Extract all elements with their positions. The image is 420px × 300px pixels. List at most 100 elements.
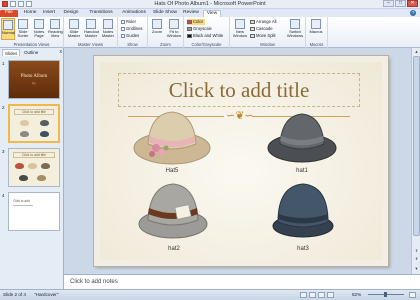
mini-hat bbox=[41, 163, 50, 169]
group-zoom: Zoom Fit to Window Zoom bbox=[148, 17, 184, 48]
hat1-photo[interactable] bbox=[266, 108, 338, 168]
group-master-views: Slide Master Handout Master Notes Master… bbox=[64, 17, 118, 48]
mini-hat bbox=[20, 131, 29, 137]
color-icon bbox=[187, 19, 192, 24]
fit-to-window-button[interactable]: Fit to Window bbox=[166, 18, 182, 40]
new-window-icon bbox=[235, 19, 245, 29]
reading-view-button[interactable]: Reading View bbox=[48, 18, 63, 40]
mini-hat bbox=[40, 131, 49, 137]
group-window: New Window Arrange All Cascade Move Spli… bbox=[230, 17, 306, 48]
tab-insert[interactable]: Insert bbox=[40, 10, 58, 17]
color-button[interactable]: Color bbox=[187, 19, 206, 25]
tab-outline[interactable]: Outline bbox=[22, 49, 40, 56]
scroll-thumb[interactable] bbox=[413, 56, 420, 236]
thumb-title: Click to add bbox=[13, 199, 30, 203]
group-color-grayscale: Color Grayscale Black and White Color/Gr… bbox=[184, 17, 230, 48]
hat5-caption: Hat5 bbox=[165, 168, 179, 174]
group-presentation-views: Normal Slide Sorter Notes Page Reading V… bbox=[0, 17, 64, 48]
fit-slide-icon[interactable] bbox=[409, 292, 416, 298]
guides-checkbox[interactable]: Guides bbox=[121, 33, 139, 39]
black-and-white-button[interactable]: Black and White bbox=[187, 33, 223, 39]
thumbnail: Click to add bbox=[8, 192, 60, 231]
tab-file[interactable]: File bbox=[0, 10, 18, 17]
maximize-button[interactable]: □ bbox=[395, 0, 406, 7]
ribbon: Normal Slide Sorter Notes Page Reading V… bbox=[0, 17, 420, 48]
thumbnail: Photo Album by bbox=[8, 60, 60, 99]
previous-slide-icon[interactable]: ⇞ bbox=[413, 248, 420, 254]
new-window-button[interactable]: New Window bbox=[232, 18, 248, 40]
notes-master-icon bbox=[103, 19, 113, 29]
reading-view-status-icon[interactable] bbox=[318, 292, 325, 298]
tab-design[interactable]: Design bbox=[60, 10, 82, 17]
notes-pane[interactable]: Click to add notes bbox=[64, 274, 420, 289]
mini-hat bbox=[19, 175, 28, 181]
slide-thumbnail-3[interactable]: 3 Click to add title bbox=[0, 148, 64, 188]
move-split-button[interactable]: Move Split bbox=[250, 33, 276, 39]
slide-sorter-status-icon[interactable] bbox=[309, 292, 316, 298]
help-icon[interactable]: ? bbox=[410, 10, 416, 16]
title-bar: Hats Of Photo Album1 - Microsoft PowerPo… bbox=[0, 0, 420, 9]
ornament-icon: ∽❦∽ bbox=[226, 109, 254, 122]
zoom-slider-knob[interactable] bbox=[384, 292, 387, 297]
title-placeholder[interactable]: Click to add title bbox=[118, 73, 360, 107]
slide-show-status-icon[interactable] bbox=[327, 292, 334, 298]
hat2-caption: hat2 bbox=[168, 246, 180, 252]
ruler-checkbox[interactable]: Ruler bbox=[121, 19, 136, 25]
thumbnail: Click to add title bbox=[8, 104, 60, 143]
tab-view[interactable]: View bbox=[203, 10, 221, 17]
vertical-scrollbar[interactable]: ▲ ⇞ ⇟ ▼ bbox=[411, 48, 420, 274]
next-slide-icon[interactable]: ⇟ bbox=[413, 256, 420, 262]
tab-home[interactable]: Home bbox=[22, 10, 38, 17]
fit-to-window-icon bbox=[169, 19, 179, 29]
slide-thumbnail-4[interactable]: 4 Click to add bbox=[0, 192, 64, 232]
hat2-photo[interactable] bbox=[136, 178, 210, 246]
group-show: Ruler Gridlines Guides Show bbox=[118, 17, 148, 48]
switch-windows-button[interactable]: Switch Windows bbox=[286, 18, 304, 40]
thumbnail: Click to add title bbox=[8, 148, 60, 187]
close-panel-icon[interactable]: x bbox=[60, 49, 63, 55]
reading-view-icon bbox=[50, 19, 60, 29]
hat5-photo[interactable] bbox=[132, 104, 212, 170]
arrange-all-button[interactable]: Arrange All bbox=[250, 19, 276, 25]
scroll-up-icon[interactable]: ▲ bbox=[413, 49, 420, 55]
slide-counter: Slide 2 of 4 bbox=[3, 292, 26, 297]
tab-animations[interactable]: Animations bbox=[119, 10, 149, 17]
gridlines-checkbox[interactable]: Gridlines bbox=[121, 26, 143, 32]
grayscale-button[interactable]: Grayscale bbox=[187, 26, 212, 32]
tab-transitions[interactable]: Transitions bbox=[85, 10, 117, 17]
hat3-photo[interactable] bbox=[268, 180, 338, 246]
scroll-down-icon[interactable]: ▼ bbox=[413, 266, 420, 272]
hat3-caption: hat3 bbox=[297, 246, 309, 252]
notes-placeholder: Click to add notes bbox=[70, 279, 118, 285]
slide-sorter-icon bbox=[18, 19, 28, 29]
slide-thumbnail-1[interactable]: 1 Photo Album by bbox=[0, 60, 64, 100]
slide-master-icon bbox=[69, 19, 79, 29]
normal-view-status-icon[interactable] bbox=[300, 292, 307, 298]
tab-review[interactable]: Review bbox=[181, 10, 201, 17]
slide-master-button[interactable]: Slide Master bbox=[67, 18, 81, 40]
window-controls: – □ ✕ bbox=[383, 0, 418, 7]
notes-page-button[interactable]: Notes Page bbox=[32, 18, 46, 40]
slides-panel: Slides Outline x 1 Photo Album by 2 Clic… bbox=[0, 48, 64, 289]
notes-master-button[interactable]: Notes Master bbox=[101, 18, 115, 40]
slide-thumbnail-2[interactable]: 2 Click to add title bbox=[0, 104, 64, 144]
move-split-icon bbox=[250, 33, 255, 38]
minimize-button[interactable]: – bbox=[383, 0, 394, 7]
arrange-all-icon bbox=[250, 19, 255, 24]
status-bar: Slide 2 of 4 "Hardcover" 62% bbox=[0, 289, 420, 300]
handout-master-button[interactable]: Handout Master bbox=[84, 18, 99, 40]
tab-slides[interactable]: Slides bbox=[2, 49, 21, 56]
zoom-button[interactable]: Zoom bbox=[150, 18, 164, 40]
normal-view-button[interactable]: Normal bbox=[1, 18, 15, 40]
mini-hat bbox=[40, 120, 49, 126]
theme-name: "Hardcover" bbox=[34, 292, 59, 297]
slide-sorter-button[interactable]: Slide Sorter bbox=[16, 18, 30, 40]
zoom-icon bbox=[152, 19, 162, 29]
normal-view-icon bbox=[3, 20, 13, 30]
cascade-button[interactable]: Cascade bbox=[250, 26, 273, 32]
macros-button[interactable]: Macros bbox=[309, 18, 323, 40]
zoom-slider[interactable] bbox=[368, 292, 404, 297]
tab-slide-show[interactable]: Slide Show bbox=[151, 10, 179, 17]
close-button[interactable]: ✕ bbox=[407, 0, 418, 7]
black-and-white-icon bbox=[187, 33, 192, 38]
